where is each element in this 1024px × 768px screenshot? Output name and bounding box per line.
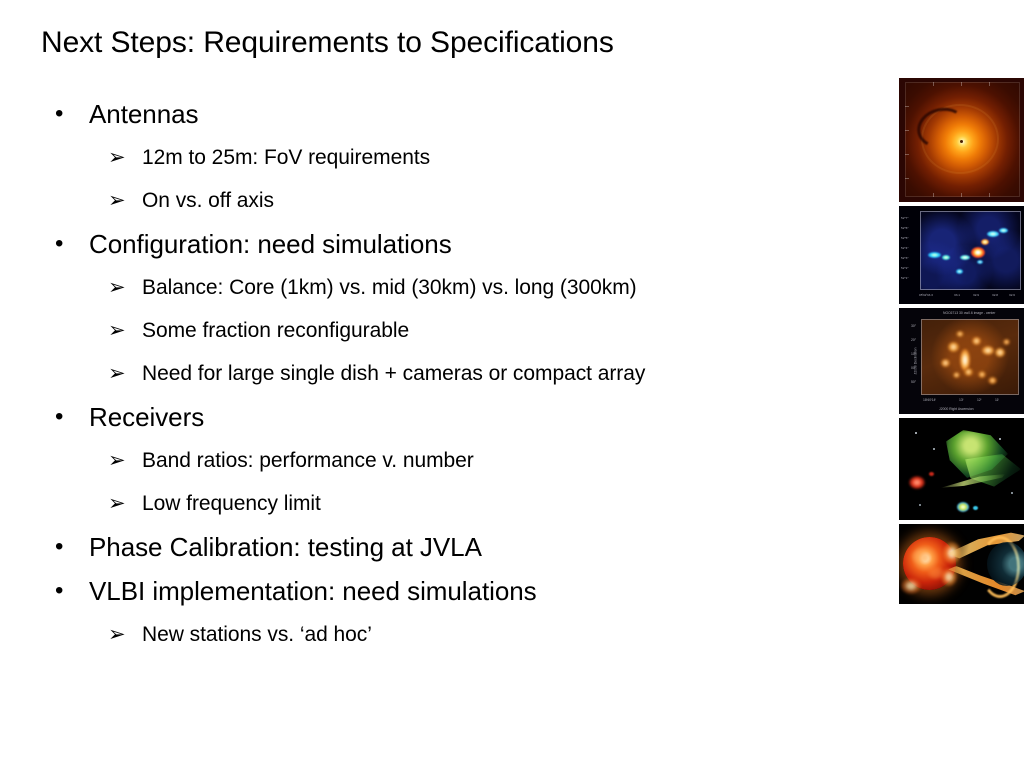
arrowhead-bullet-icon: ➢ xyxy=(108,492,126,515)
disk-axis-frame xyxy=(905,82,1020,197)
bullet-dot-icon: • xyxy=(55,230,64,257)
orange-continuum-map-image: NGC6713 30 ow0.6 image - center J2000 De… xyxy=(899,308,1024,414)
jet-companion-disk xyxy=(987,542,1024,586)
continuum-axis-tick: 12ˡ xyxy=(977,398,982,402)
nebula-cyan-speck xyxy=(973,506,978,510)
nebula-wing xyxy=(965,454,1021,487)
list-item: ➢ Band ratios: performance v. number xyxy=(0,439,880,482)
list-item: • Antennas xyxy=(0,92,880,136)
list-item: • Configuration: need simulations xyxy=(0,222,880,266)
list-item-label: Configuration: need simulations xyxy=(89,229,452,259)
radio-axis-frame xyxy=(920,211,1021,290)
continuum-axis-tick: 20″ xyxy=(911,338,916,342)
nebula-star xyxy=(915,432,917,434)
arrowhead-bullet-icon: ➢ xyxy=(108,362,126,385)
list-item: • Receivers xyxy=(0,395,880,439)
radio-axis-tick: 52°4″ xyxy=(901,246,909,250)
continuum-axis-tick: 50″ xyxy=(911,380,916,384)
bullet-list: • Antennas ➢ 12m to 25m: FoV requirement… xyxy=(0,92,880,656)
image-strip: 52°7″ 52°6″ 52°5″ 52°4″ 52°3″ 52°2″ 52°1… xyxy=(899,78,1024,608)
nebula-red-speck xyxy=(929,472,934,476)
star-jet-artist-impression-image xyxy=(899,524,1024,604)
list-item-label: New stations vs. ‘ad hoc’ xyxy=(142,623,372,646)
list-item: • VLBI implementation: need simulations xyxy=(0,569,880,613)
list-item-label: Some fraction reconfigurable xyxy=(142,319,410,342)
radio-axis-tick: 52°7″ xyxy=(901,216,909,220)
page-title: Next Steps: Requirements to Specificatio… xyxy=(41,26,614,59)
continuum-axis-tick: 11ˡ xyxy=(995,398,1000,402)
radio-axis-tick: 52°2″ xyxy=(901,266,909,270)
radio-axis-tick: 52°5″ xyxy=(901,236,909,240)
arrowhead-bullet-icon: ➢ xyxy=(108,189,126,212)
arrowhead-bullet-icon: ➢ xyxy=(108,146,126,169)
list-item: ➢ Balance: Core (1km) vs. mid (30km) vs.… xyxy=(0,266,880,309)
arrowhead-bullet-icon: ➢ xyxy=(108,449,126,472)
nebula-star xyxy=(919,504,921,506)
continuum-axis-tick: 00″ xyxy=(911,366,916,370)
nebula-star xyxy=(1011,492,1013,494)
list-item-label: Antennas xyxy=(89,99,199,129)
continuum-axis-tick: 13ˡ xyxy=(959,398,964,402)
blue-interferometry-map-image: 52°7″ 52°6″ 52°5″ 52°4″ 52°3″ 52°2″ 52°1… xyxy=(899,206,1024,304)
list-item: ➢ New stations vs. ‘ad hoc’ xyxy=(0,613,880,656)
radio-axis-tick: 32.8 xyxy=(992,293,999,297)
radio-axis-tick: 33.1 xyxy=(954,293,961,297)
list-item-label: Need for large single dish + cameras or … xyxy=(142,362,646,385)
jet-star-flare xyxy=(901,578,921,594)
radio-axis-tick: 52°1″ xyxy=(901,276,909,280)
list-item: ➢ 12m to 25m: FoV requirements xyxy=(0,136,880,179)
radio-axis-tick: 52°3″ xyxy=(901,256,909,260)
continuum-axis-tick: 18ˡ40ˡ14ˡ xyxy=(923,398,936,402)
bullet-dot-icon: • xyxy=(55,403,64,430)
bullet-dot-icon: • xyxy=(55,533,64,560)
list-item: ➢ Some fraction reconfigurable xyxy=(0,309,880,352)
nebula-red-blob xyxy=(909,476,925,489)
list-item: • Phase Calibration: testing at JVLA xyxy=(0,525,880,569)
continuum-axis-tick: 30″ xyxy=(911,324,916,328)
list-item: ➢ Low frequency limit xyxy=(0,482,880,525)
radio-axis-tick: 05ˡ32ˡ33.3 xyxy=(919,293,933,297)
continuum-x-axis-label: J2000 Right Ascension xyxy=(939,407,974,411)
list-item-label: On vs. off axis xyxy=(142,189,274,212)
nebula-star xyxy=(999,438,1001,440)
radio-axis-tick: 32.6 xyxy=(1009,293,1016,297)
bullet-dot-icon: • xyxy=(55,100,64,127)
continuum-axis-frame xyxy=(921,319,1019,395)
list-item-label: 12m to 25m: FoV requirements xyxy=(142,146,431,169)
list-item-label: Phase Calibration: testing at JVLA xyxy=(89,532,482,562)
arrowhead-bullet-icon: ➢ xyxy=(108,319,126,342)
list-item-label: Band ratios: performance v. number xyxy=(142,449,474,472)
arrowhead-bullet-icon: ➢ xyxy=(108,623,126,646)
continuum-axis-tick: 10″ xyxy=(911,352,916,356)
jet-star-mottle xyxy=(911,548,931,564)
list-item-label: Low frequency limit xyxy=(142,492,321,515)
radio-axis-tick: 32.9 xyxy=(973,293,980,297)
list-item-label: Balance: Core (1km) vs. mid (30km) vs. l… xyxy=(142,276,637,299)
list-item: ➢ Need for large single dish + cameras o… xyxy=(0,352,880,395)
list-item-label: VLBI implementation: need simulations xyxy=(89,576,537,606)
nebula-star xyxy=(933,448,935,450)
radio-axis-tick: 52°6″ xyxy=(901,226,909,230)
list-item-label: Receivers xyxy=(89,402,205,432)
bullet-dot-icon: • xyxy=(55,577,64,604)
green-filament-nebula-image xyxy=(899,418,1024,520)
nebula-blue-knot xyxy=(957,502,969,512)
protoplanetary-disk-image xyxy=(899,78,1024,202)
continuum-map-title: NGC6713 30 ow0.6 image - center xyxy=(943,311,996,315)
arrowhead-bullet-icon: ➢ xyxy=(108,276,126,299)
list-item: ➢ On vs. off axis xyxy=(0,179,880,222)
